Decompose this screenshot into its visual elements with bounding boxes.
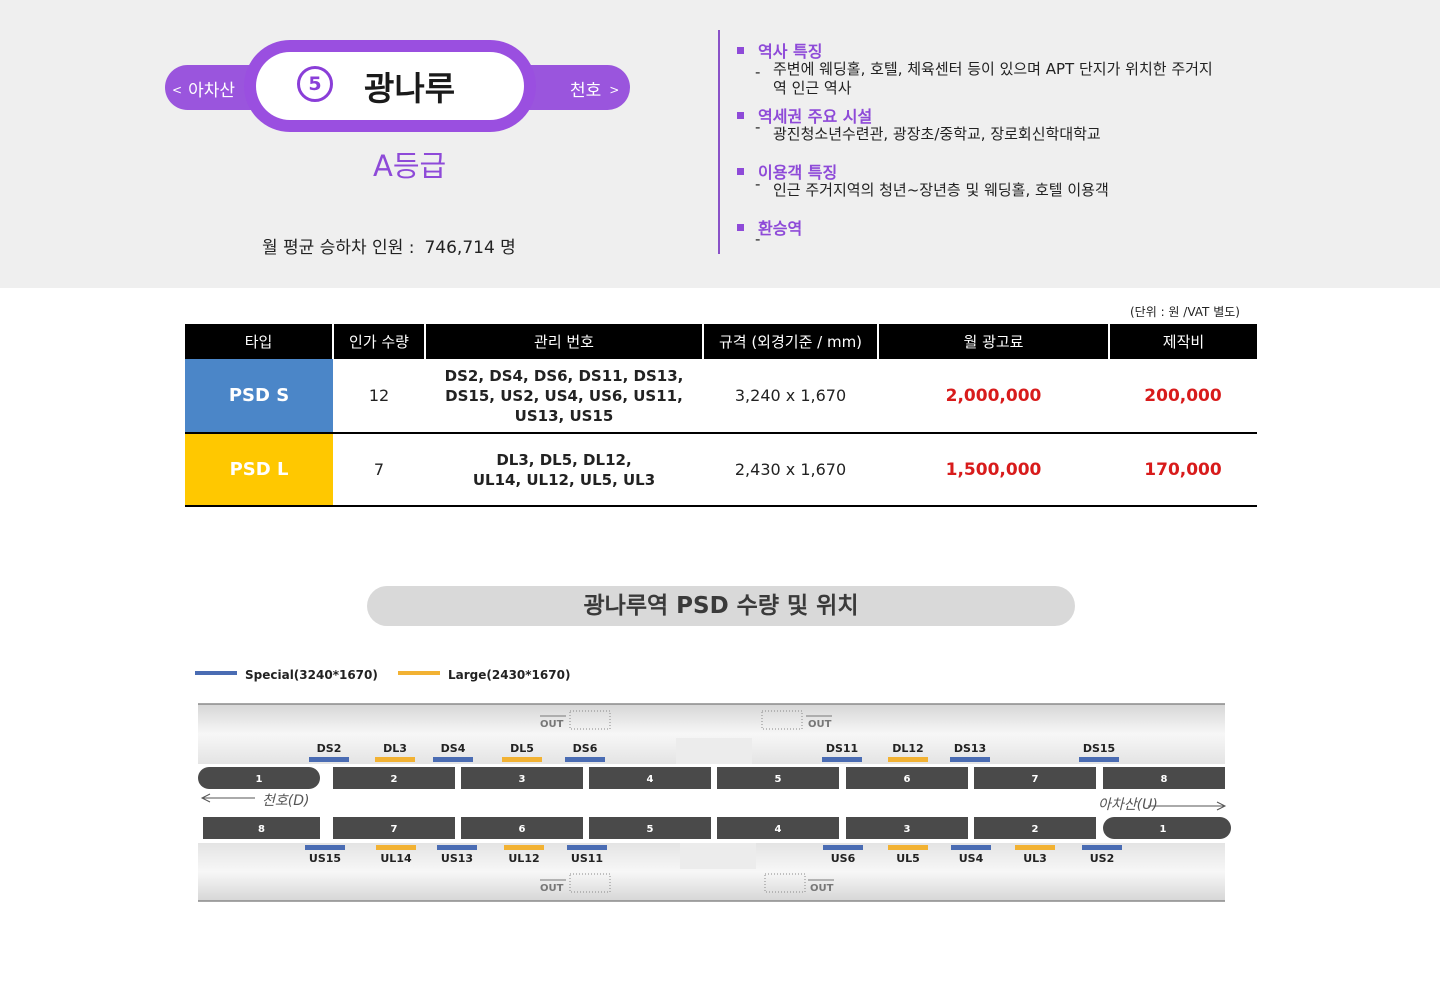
train-car	[1103, 817, 1231, 839]
car-number: 6	[904, 774, 911, 785]
psd-marker	[565, 757, 605, 762]
stair-block	[676, 738, 752, 764]
psd-marker	[433, 757, 473, 762]
psd-marker	[888, 845, 928, 850]
car-number: 2	[391, 774, 398, 785]
psd-marker	[822, 757, 862, 762]
psd-marker	[437, 845, 477, 850]
psd-marker	[567, 845, 607, 850]
car-number: 1	[256, 774, 263, 785]
psd-marker	[950, 757, 990, 762]
exit-label: OUT	[540, 883, 564, 894]
psd-label: UL12	[508, 852, 539, 865]
car-number: 4	[647, 774, 654, 785]
exit-label: OUT	[540, 719, 564, 730]
car-number: 3	[904, 824, 911, 835]
psd-marker	[823, 845, 863, 850]
psd-label: US13	[441, 852, 473, 865]
psd-label: DL3	[383, 742, 407, 755]
psd-label: DS11	[826, 742, 858, 755]
psd-label: DS13	[954, 742, 986, 755]
psd-marker	[375, 757, 415, 762]
psd-marker	[504, 845, 544, 850]
psd-label: UL3	[1023, 852, 1047, 865]
psd-marker	[1079, 757, 1119, 762]
car-number: 6	[519, 824, 526, 835]
psd-marker	[1082, 845, 1122, 850]
psd-label: DS4	[441, 742, 466, 755]
car-number: 5	[647, 824, 654, 835]
exit-label: OUT	[808, 719, 832, 730]
car-number: 5	[775, 774, 782, 785]
psd-label: US11	[571, 852, 603, 865]
car-number: 2	[1032, 824, 1039, 835]
car-number: 7	[1032, 774, 1039, 785]
psd-label: US6	[831, 852, 856, 865]
psd-label: US2	[1090, 852, 1115, 865]
car-number: 8	[258, 824, 265, 835]
psd-marker	[888, 757, 928, 762]
psd-label: US15	[309, 852, 341, 865]
psd-marker	[376, 845, 416, 850]
car-number: 4	[775, 824, 782, 835]
psd-label: DL12	[892, 742, 923, 755]
platform-diagram: OUT OUT OUT OUT 천호(D) 아차산(U) 1 2 3 4 5 6 7 8 8 7 6…	[198, 703, 1231, 902]
psd-label: DS2	[317, 742, 342, 755]
psd-label: DS6	[573, 742, 598, 755]
car-number: 3	[519, 774, 526, 785]
psd-marker	[502, 757, 542, 762]
psd-marker	[305, 845, 345, 850]
car-number: 1	[1160, 824, 1167, 835]
psd-label: DL5	[510, 742, 534, 755]
psd-marker	[951, 845, 991, 850]
direction-down-label: 천호(D)	[262, 793, 309, 809]
psd-marker	[309, 757, 349, 762]
psd-label: US4	[959, 852, 984, 865]
psd-label: UL5	[896, 852, 920, 865]
psd-marker	[1015, 845, 1055, 850]
direction-up-label: 아차산(U)	[1098, 797, 1158, 813]
psd-label: DS15	[1083, 742, 1115, 755]
exit-label: OUT	[810, 883, 834, 894]
car-number: 8	[1161, 774, 1168, 785]
psd-label: UL14	[380, 852, 412, 865]
car-number: 7	[391, 824, 398, 835]
stair-block	[680, 843, 756, 869]
